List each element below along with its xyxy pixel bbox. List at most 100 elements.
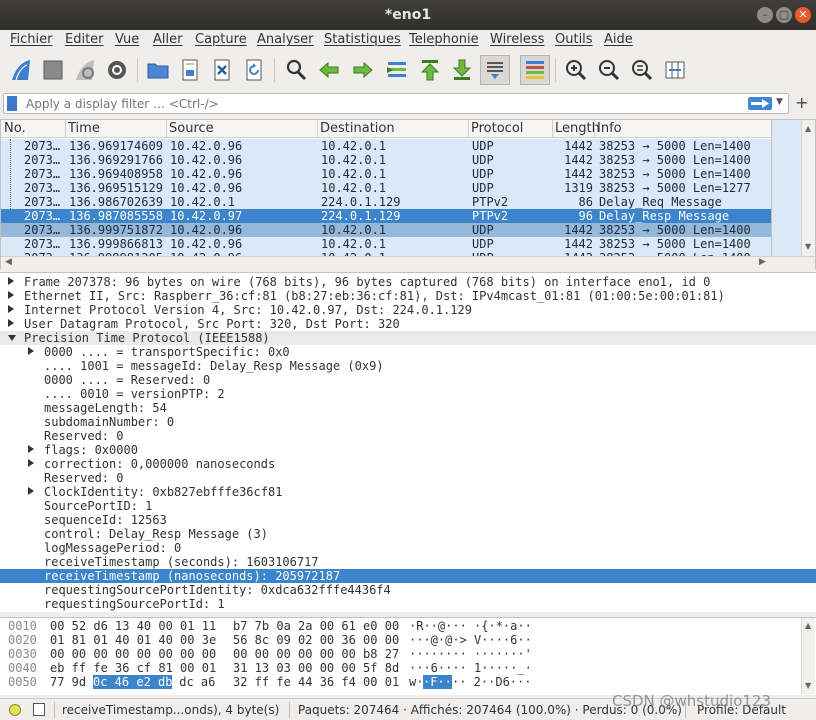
column-header-time[interactable]: Time	[68, 121, 100, 136]
menu-capture[interactable]: Capture	[195, 32, 247, 47]
capture-options-icon[interactable]	[102, 55, 132, 85]
expand-arrow-right-icon[interactable]	[8, 277, 14, 285]
column-header-no[interactable]: No.	[4, 121, 26, 136]
apply-filter-arrow-icon[interactable]	[748, 97, 772, 110]
save-file-icon[interactable]	[175, 55, 205, 85]
expand-arrow-right-icon[interactable]	[28, 459, 34, 467]
column-header-info[interactable]: Info	[597, 121, 622, 136]
packet-row[interactable]: 2073… 136.999866813 10.42.0.96 10.42.0.1 UDP…	[1, 237, 771, 251]
resize-columns-icon[interactable]	[660, 55, 690, 85]
detail-tree-item[interactable]: logMessagePeriod: 0	[0, 541, 816, 555]
detail-tree-item[interactable]: SourcePortID: 1	[0, 499, 816, 513]
close-button[interactable]: ✕	[795, 7, 811, 23]
column-header-destination[interactable]: Destination	[320, 121, 395, 136]
maximize-button[interactable]: ▢	[776, 7, 792, 23]
column-header-source[interactable]: Source	[169, 121, 214, 136]
expand-arrow-right-icon[interactable]	[8, 291, 14, 299]
bytes-row[interactable]: 0040 eb ff fe 36 cf 81 00 01 31 13 03 00…	[0, 661, 790, 675]
bytes-vertical-scrollbar[interactable]: ▲ ▼	[801, 618, 815, 694]
detail-tree-item[interactable]: Precision Time Protocol (IEEE1588)	[0, 331, 816, 345]
packet-row[interactable]: 2073… 136.987085558 10.42.0.97 224.0.1.129 P…	[1, 209, 771, 223]
packet-row[interactable]: 2073… 136.969408958 10.42.0.96 10.42.0.1 UDP…	[1, 167, 771, 181]
packet-minimap[interactable]	[771, 120, 801, 256]
detail-tree-item[interactable]: 0000 .... = Reserved: 0	[0, 373, 816, 387]
add-filter-button[interactable]: +	[795, 93, 808, 112]
expand-arrow-right-icon[interactable]	[28, 445, 34, 453]
start-capture-icon[interactable]	[6, 55, 36, 85]
zoom-out-icon[interactable]	[594, 55, 624, 85]
detail-tree-item[interactable]: requestingSourcePortIdentity: 0xdca632ff…	[0, 583, 816, 597]
expert-info-icon[interactable]	[9, 704, 21, 716]
menu-statistiques[interactable]: Statistiques	[324, 32, 401, 47]
colorize-icon[interactable]	[520, 55, 550, 85]
menu-aller[interactable]: Aller	[153, 32, 182, 47]
packet-row[interactable]: 2073… 136.986702639 10.42.0.1 224.0.1.129 PT…	[1, 195, 771, 209]
detail-tree-item[interactable]: Frame 207378: 96 bytes on wire (768 bits…	[0, 275, 816, 289]
edit-comment-icon[interactable]	[33, 703, 45, 716]
expand-arrow-down-icon[interactable]	[8, 335, 16, 341]
detail-tree-item[interactable]: Reserved: 0	[0, 429, 816, 443]
packet-cell-src: 10.42.0.1	[170, 195, 236, 209]
detail-tree-item[interactable]: receiveTimestamp (seconds): 1603106717	[0, 555, 816, 569]
zoom-in-icon[interactable]	[561, 55, 591, 85]
packet-row[interactable]: 2073… 136.969515129 10.42.0.96 10.42.0.1 UDP…	[1, 181, 771, 195]
detail-tree-item[interactable]: Ethernet II, Src: Raspberr_36:cf:81 (b8:…	[0, 289, 816, 303]
expand-arrow-right-icon[interactable]	[28, 347, 34, 355]
detail-tree-item[interactable]: messageLength: 54	[0, 401, 816, 415]
menu-vue[interactable]: Vue	[115, 32, 139, 47]
menu-wireless[interactable]: Wireless	[490, 32, 544, 47]
detail-tree-item[interactable]: ClockIdentity: 0xb827ebfffe36cf81	[0, 485, 816, 499]
packet-list-vertical-scrollbar[interactable]: ▲ ▼	[801, 120, 815, 256]
detail-tree-item[interactable]: Internet Protocol Version 4, Src: 10.42.…	[0, 303, 816, 317]
menu-telephonie[interactable]: Telephonie	[409, 32, 479, 47]
column-header-protocol[interactable]: Protocol	[471, 121, 523, 136]
autoscroll-icon[interactable]	[480, 55, 510, 85]
packet-list-horizontal-scrollbar[interactable]: ◀ ▶	[1, 256, 815, 269]
detail-tree-item[interactable]: requestingSourcePortId: 1	[0, 597, 816, 611]
first-packet-icon[interactable]	[415, 55, 445, 85]
go-to-packet-icon[interactable]	[382, 55, 412, 85]
find-packet-icon[interactable]	[281, 55, 311, 85]
reload-file-icon[interactable]	[239, 55, 269, 85]
detail-tree-item[interactable]: subdomainNumber: 0	[0, 415, 816, 429]
menu-fichier[interactable]: Fichier	[10, 32, 53, 47]
bytes-row[interactable]: 0050 77 9d 0c 46 e2 db dc a6 32 ff fe 44…	[0, 675, 790, 689]
normal-size-icon[interactable]	[627, 55, 657, 85]
go-back-icon[interactable]	[314, 55, 344, 85]
detail-tree-item[interactable]: correction: 0,000000 nanoseconds	[0, 457, 816, 471]
packet-row[interactable]: 2073… 136.999751872 10.42.0.96 10.42.0.1 UDP…	[1, 223, 771, 237]
menu-aide[interactable]: Aide	[604, 32, 633, 47]
detail-tree-item[interactable]: User Datagram Protocol, Src Port: 320, D…	[0, 317, 816, 331]
chevron-down-icon[interactable]: ▼	[776, 97, 783, 107]
detail-tree-item[interactable]: flags: 0x0000	[0, 443, 816, 457]
bytes-row[interactable]: 0020 01 81 01 40 01 40 00 3e 56 8c 09 02…	[0, 633, 790, 647]
open-file-icon[interactable]	[143, 55, 173, 85]
close-file-icon[interactable]	[207, 55, 237, 85]
detail-tree-item[interactable]: receiveTimestamp (nanoseconds): 20597218…	[0, 569, 816, 583]
packet-row[interactable]: 2073… 136.969174609 10.42.0.96 10.42.0.1 UDP…	[1, 139, 771, 153]
detail-tree-label: flags: 0x0000	[44, 443, 138, 457]
minimize-button[interactable]: –	[757, 7, 773, 23]
expand-arrow-right-icon[interactable]	[8, 319, 14, 327]
last-packet-icon[interactable]	[447, 55, 477, 85]
menu-outils[interactable]: Outils	[555, 32, 593, 47]
restart-capture-icon[interactable]	[70, 55, 100, 85]
bytes-row[interactable]: 0030 00 00 00 00 00 00 00 00 00 00 00 00…	[0, 647, 790, 661]
go-forward-icon[interactable]	[348, 55, 378, 85]
bytes-row[interactable]: 0010 00 52 d6 13 40 00 01 11 b7 7b 0a 2a…	[0, 619, 790, 633]
detail-tree-item[interactable]: 0000 .... = transportSpecific: 0x0	[0, 345, 816, 359]
detail-tree-label: subdomainNumber: 0	[44, 415, 175, 429]
detail-tree-item[interactable]: sequenceId: 12563	[0, 513, 816, 527]
detail-tree-item[interactable]: Reserved: 0	[0, 471, 816, 485]
display-filter-input[interactable]	[26, 96, 726, 112]
stop-capture-icon[interactable]	[38, 55, 68, 85]
detail-tree-item[interactable]: control: Delay_Resp Message (3)	[0, 527, 816, 541]
bookmark-icon[interactable]	[7, 96, 17, 111]
detail-tree-item[interactable]: .... 1001 = messageId: Delay_Resp Messag…	[0, 359, 816, 373]
menu-editer[interactable]: Editer	[65, 32, 104, 47]
menu-analyser[interactable]: Analyser	[257, 32, 314, 47]
expand-arrow-right-icon[interactable]	[8, 305, 14, 313]
packet-row[interactable]: 2073… 136.969291766 10.42.0.96 10.42.0.1 UDP…	[1, 153, 771, 167]
detail-tree-item[interactable]: .... 0010 = versionPTP: 2	[0, 387, 816, 401]
expand-arrow-right-icon[interactable]	[28, 487, 34, 495]
